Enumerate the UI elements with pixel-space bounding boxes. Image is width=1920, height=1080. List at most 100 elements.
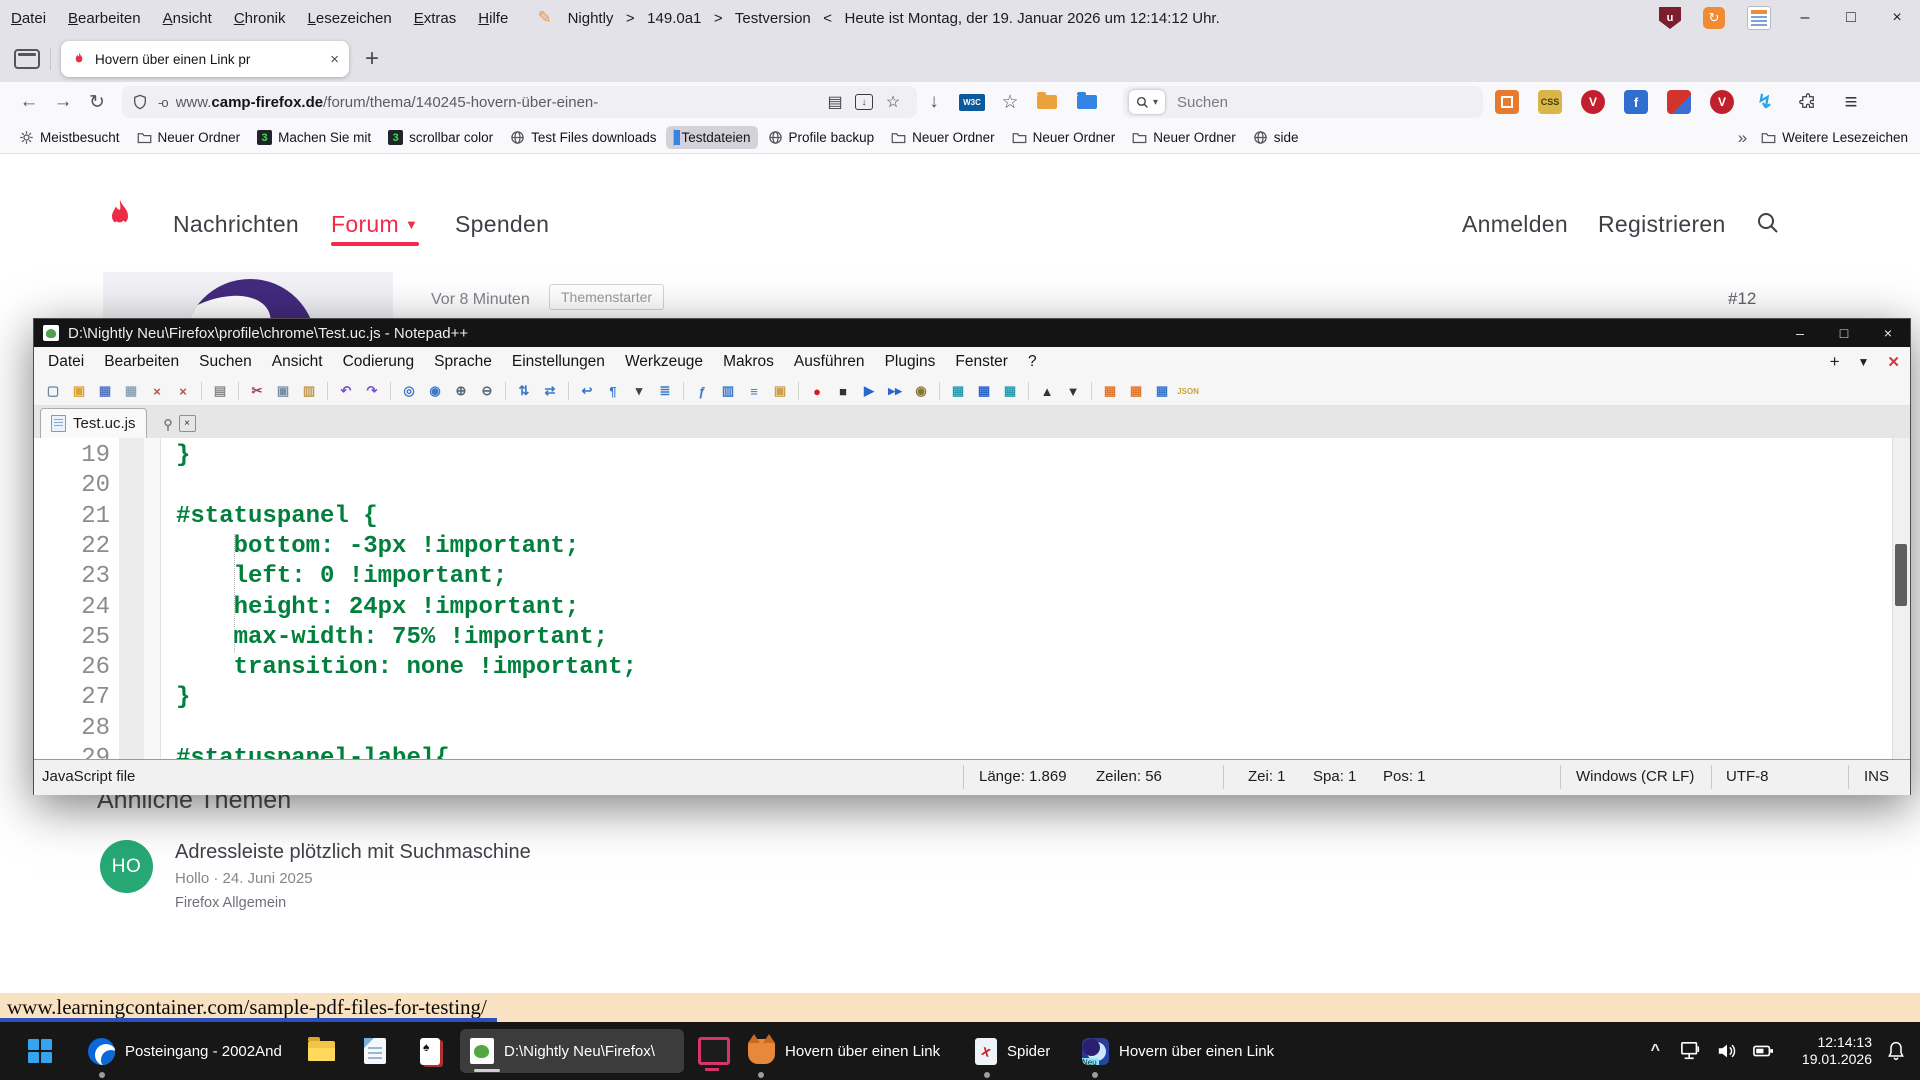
status-eol[interactable]: Windows (CR LF) xyxy=(1576,760,1694,794)
show-symbols-icon[interactable]: ¶ xyxy=(602,380,624,402)
back-button[interactable]: ← xyxy=(12,87,46,117)
ublock-shield-icon[interactable]: u xyxy=(1659,7,1681,29)
search-engine-button[interactable]: ▾ xyxy=(1129,90,1165,114)
run-macro-multi-icon[interactable]: ▶▶ xyxy=(884,380,906,402)
npp-menu-makros[interactable]: Makros xyxy=(713,353,784,371)
plugin-a-icon[interactable]: ▦ xyxy=(947,380,969,402)
bookmark-item-machen-sie-mit[interactable]: 3Machen Sie mit xyxy=(250,126,378,149)
nav-forum[interactable]: Forum▼ xyxy=(331,211,418,238)
record-macro-icon[interactable]: ● xyxy=(806,380,828,402)
bookmark-item-neuer-ordner[interactable]: Neuer Ordner xyxy=(884,126,1002,149)
network-monitor-icon[interactable] xyxy=(1680,1041,1702,1061)
menubar-item-datei[interactable]: Datei xyxy=(0,10,57,27)
bookmark-star-icon[interactable]: ☆ xyxy=(879,92,907,112)
firefox-view-icon[interactable] xyxy=(14,49,40,69)
sort-desc-icon[interactable]: ▼ xyxy=(1062,380,1084,402)
bookmark-item-profile-backup[interactable]: Profile backup xyxy=(761,126,882,149)
notification-bell-icon[interactable] xyxy=(1886,1040,1906,1062)
npp-doc-close-button[interactable]: ✕ xyxy=(1887,353,1900,371)
indent-guide-icon[interactable]: ≣ xyxy=(654,380,676,402)
blue-extension-icon[interactable]: f xyxy=(1624,90,1648,114)
bookmark-item-neuer-ordner[interactable]: Neuer Ordner xyxy=(130,126,248,149)
code-editor[interactable]: 19}2021#statuspanel {22 bottom: -3px !im… xyxy=(34,438,1910,759)
redblue-extension-icon[interactable] xyxy=(1667,90,1691,114)
bookmark-margin[interactable] xyxy=(119,438,144,759)
calendar-grid-icon[interactable] xyxy=(1747,6,1771,30)
w3c-validator-icon[interactable]: W3C xyxy=(959,94,985,111)
json-viewer-icon[interactable]: JSON xyxy=(1177,380,1199,402)
npp-menu-werkzeuge[interactable]: Werkzeuge xyxy=(615,353,713,371)
bookmark-item-neuer-ordner[interactable]: Neuer Ordner xyxy=(1005,126,1123,149)
npp-minimize-button[interactable]: – xyxy=(1778,319,1822,347)
menubar-item-ansicht[interactable]: Ansicht xyxy=(152,10,223,27)
forward-button[interactable]: → xyxy=(46,87,80,117)
save-page-icon[interactable]: ↓ xyxy=(855,94,873,110)
editor-scrollbar[interactable] xyxy=(1892,438,1910,759)
bookmark-item-meistbesucht[interactable]: Meistbesucht xyxy=(12,126,127,149)
status-insert-mode[interactable]: INS xyxy=(1864,760,1889,794)
reload-button[interactable]: ↻ xyxy=(80,87,114,117)
plugin-b-icon[interactable]: ▦ xyxy=(973,380,995,402)
tray-expand-chevron[interactable]: ^ xyxy=(1651,1042,1660,1060)
red-extension-icon[interactable]: V xyxy=(1581,90,1605,114)
npp-menu-ausführen[interactable]: Ausführen xyxy=(784,353,875,371)
npp-menu-help[interactable]: ? xyxy=(1018,353,1047,371)
menubar-item-bearbeiten[interactable]: Bearbeiten xyxy=(57,10,152,27)
plugin-c-icon[interactable]: ▦ xyxy=(999,380,1021,402)
register-link[interactable]: Registrieren xyxy=(1598,211,1726,238)
copy-icon[interactable]: ▣ xyxy=(272,380,294,402)
redo-icon[interactable]: ↷ xyxy=(361,380,383,402)
save-icon[interactable]: ▦ xyxy=(94,380,116,402)
post-number[interactable]: #12 xyxy=(1728,289,1756,309)
star-toolbar-icon[interactable]: ☆ xyxy=(993,87,1027,117)
npp-menu-bearbeiten[interactable]: Bearbeiten xyxy=(94,353,189,371)
replace-icon[interactable]: ◉ xyxy=(424,380,446,402)
open-folder-icon[interactable] xyxy=(1037,95,1057,109)
thunderbird-task-button[interactable]: Posteingang - 2002And xyxy=(88,1029,282,1073)
paste-icon[interactable]: ▥ xyxy=(298,380,320,402)
bookmark-item-testdateien[interactable]: Testdateien xyxy=(666,126,757,149)
url-text[interactable]: www.camp-firefox.de/forum/thema/140245-h… xyxy=(176,94,821,111)
bookmark-item-neuer-ordner[interactable]: Neuer Ordner xyxy=(1125,126,1243,149)
menubar-item-chronik[interactable]: Chronik xyxy=(223,10,297,27)
npp-active-tab[interactable]: Test.uc.js xyxy=(40,408,147,438)
npp-plus-button[interactable]: + xyxy=(1830,352,1840,372)
new-tab-button[interactable]: + xyxy=(365,45,379,73)
doc-list-icon[interactable]: ≡ xyxy=(743,380,765,402)
show-symbols-dropdown[interactable]: ▾ xyxy=(628,380,650,402)
shield-icon[interactable] xyxy=(132,93,148,111)
print-icon[interactable]: ▤ xyxy=(209,380,231,402)
taskbar-clock[interactable]: 12:14:13 19.01.2026 xyxy=(1788,1034,1872,1068)
post-time[interactable]: Vor 8 Minuten xyxy=(431,291,530,309)
play-macro-icon[interactable]: ▶ xyxy=(858,380,880,402)
npp-menu-datei[interactable]: Datei xyxy=(38,353,94,371)
cut-icon[interactable]: ✂ xyxy=(246,380,268,402)
zoom-out-icon[interactable]: ⊖ xyxy=(476,380,498,402)
npp-menu-suchen[interactable]: Suchen xyxy=(189,353,262,371)
blue-folder-icon[interactable] xyxy=(1077,95,1097,109)
css-extension-icon[interactable]: CSS xyxy=(1538,90,1562,114)
close-all-icon[interactable]: × xyxy=(172,380,194,402)
menubar-item-extras[interactable]: Extras xyxy=(403,10,468,27)
downloads-button[interactable]: ↓ xyxy=(917,87,951,117)
orange-addon-icon[interactable]: ↻ xyxy=(1703,7,1725,29)
col-editor-icon[interactable]: ▦ xyxy=(1125,380,1147,402)
notepadpp-task-button[interactable]: D:\Nightly Neu\Firefox\ xyxy=(460,1029,684,1073)
battery-icon[interactable] xyxy=(1752,1041,1774,1061)
npp-menu-fenster[interactable]: Fenster xyxy=(945,353,1018,371)
address-bar[interactable]: -o www.camp-firefox.de/forum/thema/14024… xyxy=(122,86,917,118)
undo-icon[interactable]: ↶ xyxy=(335,380,357,402)
npp-menu-einstellungen[interactable]: Einstellungen xyxy=(502,353,615,371)
hamburger-menu-icon[interactable]: ≡ xyxy=(1839,90,1863,114)
save-macro-icon[interactable]: ◉ xyxy=(910,380,932,402)
scrollbar-thumb[interactable] xyxy=(1895,544,1907,606)
npp-dropdown-button[interactable]: ▼ xyxy=(1858,355,1870,369)
fold-margin[interactable] xyxy=(144,438,161,759)
reader-mode-icon[interactable]: ▤ xyxy=(821,92,849,112)
forum-search-icon[interactable] xyxy=(1756,211,1780,235)
function-list-icon[interactable]: ƒ xyxy=(691,380,713,402)
start-button[interactable] xyxy=(28,1029,52,1073)
puzzle-extensions-icon[interactable] xyxy=(1796,90,1820,114)
notepadpp-titlebar[interactable]: D:\Nightly Neu\Firefox\profile\chrome\Te… xyxy=(34,319,1910,347)
notepad-task-button[interactable] xyxy=(364,1029,386,1073)
